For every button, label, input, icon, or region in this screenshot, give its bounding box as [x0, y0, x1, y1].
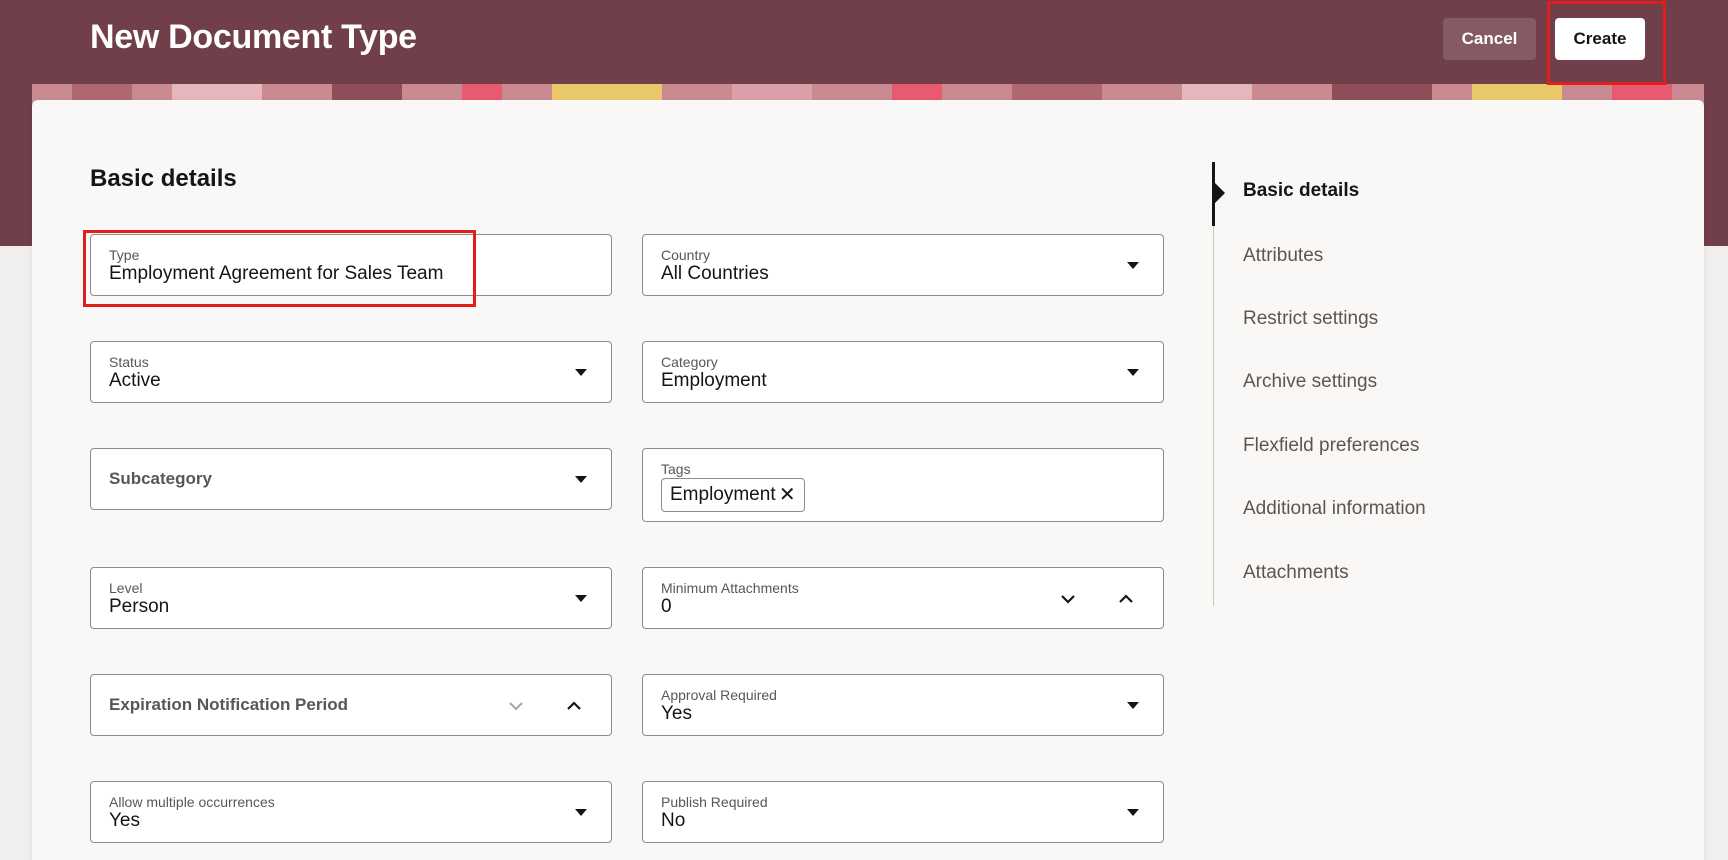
- allow-multiple-select[interactable]: Allow multiple occurrences Yes: [90, 781, 612, 843]
- caret-down-icon[interactable]: [575, 595, 587, 602]
- allow-multiple-value: Yes: [109, 810, 140, 831]
- approval-value: Yes: [661, 703, 692, 724]
- tags-field[interactable]: Tags Employment ✕: [642, 448, 1164, 522]
- min-attachments-value[interactable]: 0: [661, 596, 672, 618]
- type-value[interactable]: Employment Agreement for Sales Team: [109, 263, 443, 285]
- status-value: Active: [109, 370, 161, 391]
- category-label: Category: [661, 354, 718, 370]
- nav-item-flexfield-preferences[interactable]: Flexfield preferences: [1243, 435, 1419, 457]
- country-value: All Countries: [661, 263, 769, 284]
- allow-multiple-label: Allow multiple occurrences: [109, 794, 275, 810]
- level-label: Level: [109, 580, 143, 596]
- chevron-up-icon[interactable]: [563, 695, 585, 717]
- create-button[interactable]: Create: [1555, 18, 1645, 60]
- nav-item-attachments[interactable]: Attachments: [1243, 562, 1349, 584]
- publish-required-select[interactable]: Publish Required No: [642, 781, 1164, 843]
- status-label: Status: [109, 354, 149, 370]
- nav-active-arrow-icon: [1215, 183, 1225, 203]
- expiration-placeholder: Expiration Notification Period: [109, 695, 348, 714]
- nav-item-restrict-settings[interactable]: Restrict settings: [1243, 308, 1378, 330]
- category-value: Employment: [661, 370, 767, 391]
- category-select[interactable]: Category Employment: [642, 341, 1164, 403]
- caret-down-icon[interactable]: [575, 809, 587, 816]
- country-select[interactable]: Country All Countries: [642, 234, 1164, 296]
- caret-down-icon[interactable]: [575, 476, 587, 483]
- nav-item-additional-information[interactable]: Additional information: [1243, 498, 1426, 520]
- caret-down-icon[interactable]: [1127, 369, 1139, 376]
- caret-down-icon[interactable]: [575, 369, 587, 376]
- nav-item-basic-details[interactable]: Basic details: [1243, 180, 1359, 202]
- caret-down-icon[interactable]: [1127, 262, 1139, 269]
- approval-required-select[interactable]: Approval Required Yes: [642, 674, 1164, 736]
- caret-down-icon[interactable]: [1127, 809, 1139, 816]
- level-select[interactable]: Level Person: [90, 567, 612, 629]
- remove-tag-icon[interactable]: ✕: [779, 479, 796, 511]
- expiration-period-stepper[interactable]: Expiration Notification Period: [90, 674, 612, 736]
- nav-item-archive-settings[interactable]: Archive settings: [1243, 371, 1377, 393]
- cancel-button[interactable]: Cancel: [1443, 18, 1536, 60]
- chevron-up-icon[interactable]: [1115, 588, 1137, 610]
- page-title: New Document Type: [90, 18, 417, 56]
- type-field[interactable]: Type Employment Agreement for Sales Team: [90, 234, 612, 296]
- section-nav-rail: [1213, 162, 1214, 606]
- min-attachments-stepper[interactable]: Minimum Attachments 0: [642, 567, 1164, 629]
- tag-chip: Employment ✕: [661, 478, 805, 512]
- nav-item-attributes[interactable]: Attributes: [1243, 245, 1323, 267]
- subcategory-placeholder: Subcategory: [109, 469, 212, 488]
- chevron-down-icon[interactable]: [505, 695, 527, 717]
- subcategory-select[interactable]: Subcategory: [90, 448, 612, 510]
- chevron-down-icon[interactable]: [1057, 588, 1079, 610]
- country-label: Country: [661, 247, 711, 263]
- level-value: Person: [109, 596, 170, 617]
- tags-label: Tags: [661, 461, 691, 477]
- tag-chip-label: Employment: [670, 484, 776, 505]
- min-attachments-label: Minimum Attachments: [661, 580, 799, 596]
- type-label: Type: [109, 247, 140, 263]
- caret-down-icon[interactable]: [1127, 702, 1139, 709]
- approval-label: Approval Required: [661, 687, 777, 703]
- publish-label: Publish Required: [661, 794, 768, 810]
- status-select[interactable]: Status Active: [90, 341, 612, 403]
- publish-value: No: [661, 810, 686, 831]
- section-title: Basic details: [90, 165, 237, 192]
